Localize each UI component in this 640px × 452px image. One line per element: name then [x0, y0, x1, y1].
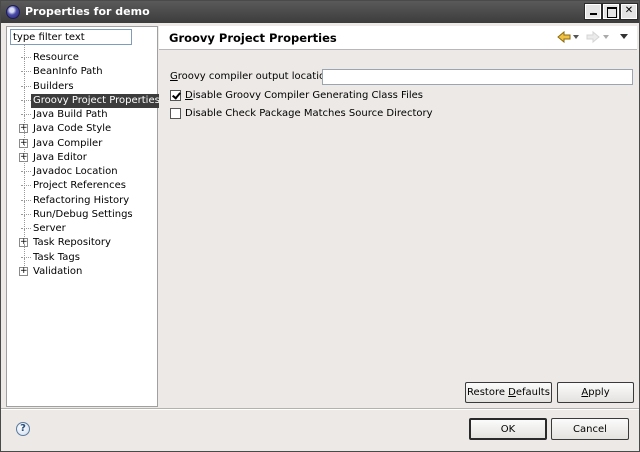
checkbox-label: Disable Check Package Matches Source Dir…: [185, 108, 433, 119]
tree-item[interactable]: BeanInfo Path: [7, 58, 157, 79]
checkbox-label: Disable Groovy Compiler Generating Class…: [185, 90, 423, 101]
output-location-label: Groovy compiler output location: [170, 71, 332, 82]
tree-connector-line: [24, 101, 25, 115]
tree-connector-dots: [21, 99, 31, 101]
tree-connector-line: [24, 158, 25, 172]
tree-item[interactable]: + Java Editor: [7, 143, 157, 165]
tree-item-label: Task Tags: [33, 251, 80, 263]
tree-connector-dots: [21, 185, 31, 187]
tree-item[interactable]: Refactoring History: [7, 186, 157, 208]
back-history-dropdown-icon[interactable]: [573, 35, 579, 39]
tree-connector-line: [24, 72, 25, 87]
tree-connector-dots: [21, 256, 31, 258]
tree-connector-dots: [21, 199, 31, 201]
tree-connector-line: [24, 86, 25, 101]
tree-item-label: Javadoc Location: [33, 166, 118, 177]
back-arrow-icon[interactable]: [557, 30, 571, 44]
tree-item[interactable]: + Java Compiler: [7, 129, 157, 151]
tree-item[interactable]: Javadoc Location: [7, 158, 157, 179]
expand-plus-icon[interactable]: +: [19, 266, 28, 276]
category-tree-pane: Resource BeanInfo Path BuildersGroovy Proj…: [6, 26, 162, 407]
property-page: Groovy Project Properties Groovy compile…: [159, 26, 637, 407]
window-title: Properties for demo: [25, 5, 150, 18]
view-menu-icon[interactable]: [620, 34, 628, 39]
close-button[interactable]: ✕: [620, 3, 638, 20]
tree-item[interactable]: Builders: [7, 72, 157, 94]
tree-item-label: Resource: [33, 52, 79, 63]
cancel-button[interactable]: Cancel: [551, 418, 629, 440]
tree-connector-line: [24, 58, 25, 73]
tree-item[interactable]: Java Build Path: [7, 101, 157, 122]
tree-item[interactable]: Groovy Project Properties: [7, 86, 162, 108]
tree-item-label: Java Compiler: [33, 137, 103, 149]
filter-input[interactable]: [10, 29, 132, 45]
apply-button[interactable]: Apply: [557, 382, 634, 403]
tree-item-label: Server: [33, 223, 66, 234]
tree-item-label: Java Build Path: [33, 109, 108, 120]
tree-connector-dots: [21, 57, 31, 58]
dialog-separator: [1, 408, 639, 410]
checkbox-checked-icon[interactable]: [170, 90, 181, 101]
page-title: Groovy Project Properties: [169, 31, 337, 45]
tree-connector-dots: [21, 171, 31, 172]
tree-item[interactable]: Project References: [7, 172, 157, 193]
tree-item[interactable]: Resource: [7, 44, 157, 65]
tree-connector-line: [24, 44, 25, 58]
tree-item-label: Builders: [33, 80, 74, 92]
checkbox-unchecked-icon[interactable]: [170, 108, 181, 119]
output-location-input[interactable]: [322, 69, 633, 85]
restore-defaults-button[interactable]: Restore Defaults: [465, 382, 552, 403]
eclipse-app-icon: [6, 5, 20, 19]
tree-connector-line: [24, 200, 25, 215]
tree-connector-line: [24, 172, 25, 187]
minimize-button[interactable]: [584, 3, 602, 20]
maximize-button[interactable]: [602, 3, 620, 20]
tree-item-label: Task Repository: [33, 237, 111, 249]
properties-dialog: Properties for demo ✕ Resource BeanInfo P…: [0, 0, 640, 452]
title-bar[interactable]: Properties for demo ✕: [1, 1, 639, 23]
tree-item[interactable]: + Task Repository: [7, 229, 157, 250]
tree-item-label: BeanInfo Path: [33, 66, 103, 78]
page-header: Groovy Project Properties: [159, 26, 637, 50]
forward-arrow-icon[interactable]: [586, 30, 600, 44]
tree-item-label: Refactoring History: [33, 194, 130, 206]
tree-item[interactable]: Server: [7, 215, 157, 236]
tree-connector-line: [24, 243, 25, 258]
tree-item[interactable]: Task Tags: [7, 243, 157, 265]
tree-item[interactable]: Run/Debug Settings: [7, 200, 157, 222]
tree-item-label: Validation: [33, 265, 83, 277]
tree-item-label: Java Code Style: [33, 123, 112, 135]
tree-item-label: Run/Debug Settings: [33, 208, 133, 220]
ok-button[interactable]: OK: [469, 418, 547, 440]
tree-connector-line: [24, 215, 25, 229]
tree-item-label: Java Editor: [33, 151, 87, 163]
help-icon[interactable]: ?: [16, 422, 30, 436]
tree-connector-dots: [21, 71, 31, 73]
tree-item-label: Project References: [33, 180, 126, 192]
tree-connector-dots: [21, 114, 31, 115]
tree-connector-dots: [21, 85, 31, 87]
tree-item[interactable]: + Validation: [7, 257, 157, 279]
tree-connector-line: [24, 186, 25, 201]
tree-connector-dots: [21, 228, 31, 229]
tree-item-label: Groovy Project Properties: [31, 93, 162, 108]
tree-item[interactable]: + Java Code Style: [7, 115, 157, 136]
forward-history-dropdown-icon[interactable]: [603, 35, 609, 39]
tree-connector-dots: [21, 213, 31, 215]
